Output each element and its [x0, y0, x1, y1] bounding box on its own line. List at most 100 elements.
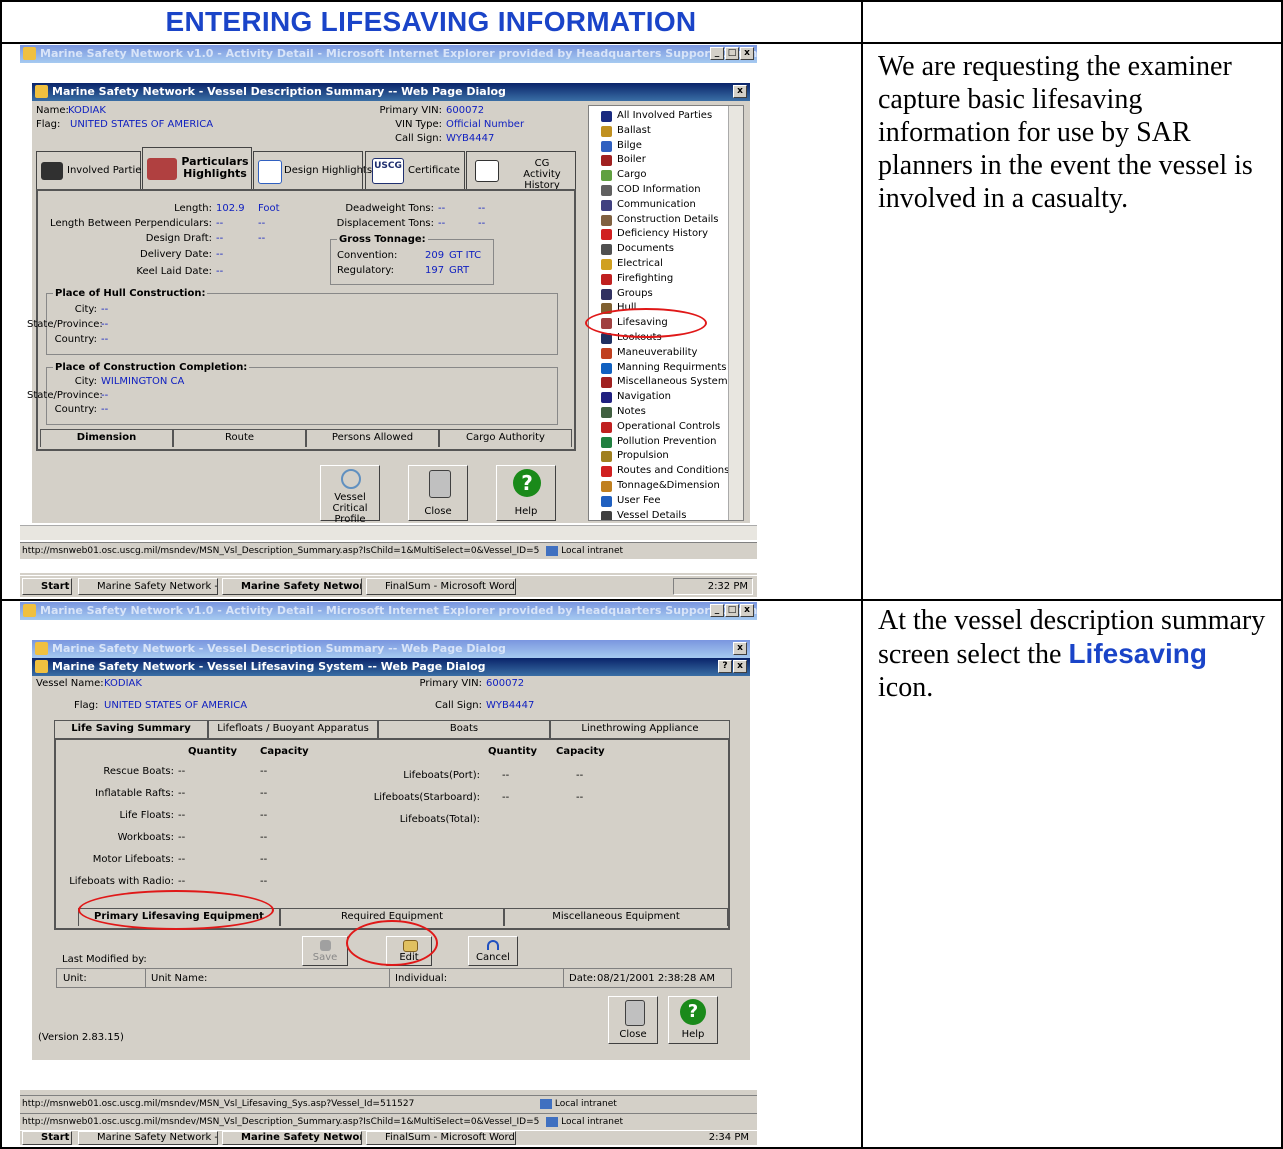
- tab-route[interactable]: Route: [173, 429, 306, 447]
- gross-tonnage-title: Gross Tonnage:: [337, 234, 428, 245]
- tree-item[interactable]: Navigation: [601, 391, 671, 404]
- capacity-value: --: [260, 876, 268, 887]
- divider: [389, 969, 390, 987]
- tab-life-saving-summary[interactable]: Life Saving Summary: [54, 720, 208, 738]
- design-draft-value: --: [216, 233, 224, 244]
- tree-item-label: Tonnage&Dimension: [617, 480, 720, 491]
- quantity-value: --: [178, 854, 186, 865]
- tab-design-highlights[interactable]: Design Highlights: [253, 151, 372, 189]
- vin-value: 600072: [486, 678, 525, 689]
- quantity-header-left: Quantity: [188, 746, 237, 757]
- start-button[interactable]: Start: [22, 1131, 72, 1145]
- taskbar-item-msn-2[interactable]: Marine Safety Networ...: [222, 578, 362, 595]
- tree-item[interactable]: All Involved Parties: [601, 110, 713, 122]
- tree-item[interactable]: Boiler: [601, 154, 646, 167]
- tab-involved-parties[interactable]: Involved Parties: [36, 151, 147, 189]
- vessel-critical-profile-button[interactable]: Vessel Critical Profile: [320, 465, 380, 525]
- tab-particulars-highlights[interactable]: Particulars Highlights: [142, 147, 252, 189]
- help-icon: ?: [513, 469, 541, 497]
- tree-item[interactable]: Maneuverability: [601, 347, 697, 359]
- help-title-button[interactable]: ?: [718, 660, 732, 673]
- tree-item-label: Ballast: [617, 124, 651, 136]
- ie-icon: [35, 85, 48, 98]
- disk-icon: [320, 940, 331, 951]
- tab-cargo-authority[interactable]: Cargo Authority: [439, 429, 572, 447]
- taskbar-item-msn-1[interactable]: Marine Safety Network - ...: [78, 578, 218, 595]
- close-button[interactable]: x: [740, 47, 754, 60]
- tree-item[interactable]: User Fee: [601, 495, 660, 507]
- start-button[interactable]: Start: [22, 578, 72, 595]
- horizontal-scrollbar[interactable]: [20, 525, 757, 540]
- tab-boats[interactable]: Boats: [378, 720, 550, 738]
- taskbar-item-msn-2[interactable]: Marine Safety Networ...: [222, 1131, 362, 1145]
- tree-item[interactable]: Manning Requirments: [601, 362, 727, 374]
- close-dialog-button[interactable]: Close: [608, 996, 658, 1044]
- tab-persons-allowed[interactable]: Persons Allowed: [306, 429, 439, 447]
- maximize-button[interactable]: □: [725, 47, 739, 60]
- tab-miscellaneous-equipment[interactable]: Miscellaneous Equipment: [504, 908, 728, 926]
- tree-item[interactable]: COD Information: [601, 184, 701, 196]
- button-label: Close: [619, 1029, 647, 1040]
- tree-item-icon: [601, 273, 612, 285]
- taskbar-item-msn-1[interactable]: Marine Safety Network - ...: [78, 1131, 218, 1145]
- save-button[interactable]: Save: [302, 936, 348, 966]
- quantity-header-right: Quantity: [488, 746, 537, 757]
- tab-dimension[interactable]: Dimension: [40, 429, 173, 447]
- capacity-value: --: [260, 854, 268, 865]
- close-dialog-button[interactable]: Close: [408, 465, 468, 521]
- lbp-unit: --: [258, 218, 266, 229]
- tree-scrollbar[interactable]: [728, 106, 743, 520]
- tree-item[interactable]: Construction Details: [601, 214, 719, 226]
- taskbar: Start Marine Safety Network - ... Marine…: [20, 1130, 757, 1145]
- row-label: Lifeboats with Radio:: [69, 876, 174, 887]
- tab-lifefloats[interactable]: Lifefloats / Buoyant Apparatus: [208, 720, 378, 738]
- individual-label: Individual:: [395, 973, 448, 984]
- cancel-button[interactable]: Cancel: [468, 936, 518, 966]
- tree-item-label: All Involved Parties: [617, 110, 713, 121]
- tree-item[interactable]: Pollution Prevention: [601, 436, 716, 448]
- tab-linethrowing[interactable]: Linethrowing Appliance: [550, 720, 730, 738]
- help-button[interactable]: ? Help: [668, 996, 718, 1044]
- tree-item[interactable]: Notes: [601, 406, 646, 418]
- tab-certificate[interactable]: USCG Certificate: [365, 151, 465, 189]
- tree-item[interactable]: Firefighting: [601, 272, 674, 285]
- note-row-2: At the vessel description summary screen…: [878, 604, 1268, 704]
- tab-cg-activity-history[interactable]: CG Activity History: [466, 151, 576, 191]
- convention-value: 209: [425, 250, 445, 261]
- tree-item[interactable]: Deficiency History: [601, 228, 708, 241]
- button-label: Close: [424, 506, 452, 517]
- capacity-value: --: [260, 766, 268, 777]
- minimize-button[interactable]: _: [710, 604, 724, 617]
- tree-item[interactable]: Bilge: [601, 140, 642, 152]
- tree-item[interactable]: Groups: [601, 288, 653, 300]
- tree-item[interactable]: Miscellaneous System: [601, 376, 728, 389]
- browser-title: Marine Safety Network v1.0 - Activity De…: [40, 604, 757, 617]
- close-button[interactable]: x: [740, 604, 754, 617]
- tree-item[interactable]: Communication: [601, 199, 696, 211]
- tree-item-icon: [601, 140, 612, 152]
- maximize-button[interactable]: □: [725, 604, 739, 617]
- tree-item[interactable]: Tonnage&Dimension: [601, 480, 720, 492]
- tree-item[interactable]: Propulsion: [601, 450, 669, 463]
- row-label: Inflatable Rafts:: [95, 788, 174, 799]
- close-button[interactable]: x: [733, 642, 747, 655]
- tree-item[interactable]: Documents: [601, 243, 674, 256]
- close-button[interactable]: x: [733, 85, 747, 98]
- chart-icon: [258, 160, 282, 184]
- certificate-icon: USCG: [372, 158, 404, 184]
- minimize-button[interactable]: _: [710, 47, 724, 60]
- tree-item[interactable]: Routes and Conditions: [601, 465, 729, 478]
- tab-label: CG Activity History: [523, 158, 561, 191]
- taskbar-item-word[interactable]: FinalSum - Microsoft Word: [366, 1131, 516, 1145]
- taskbar-item-word[interactable]: FinalSum - Microsoft Word: [366, 578, 516, 595]
- tree-item[interactable]: Operational Controls: [601, 421, 720, 433]
- tree-item[interactable]: Cargo: [601, 169, 647, 182]
- capacity-header-right: Capacity: [556, 746, 605, 757]
- tree-item[interactable]: Electrical: [601, 258, 663, 270]
- close-button[interactable]: x: [733, 660, 747, 673]
- help-button[interactable]: ? Help: [496, 465, 556, 521]
- tree-item[interactable]: Ballast: [601, 124, 651, 137]
- dialog-titlebar: Marine Safety Network - Vessel Descripti…: [32, 83, 750, 101]
- tree-item[interactable]: Vessel Details: [601, 510, 686, 520]
- tree-item-label: Firefighting: [617, 272, 674, 284]
